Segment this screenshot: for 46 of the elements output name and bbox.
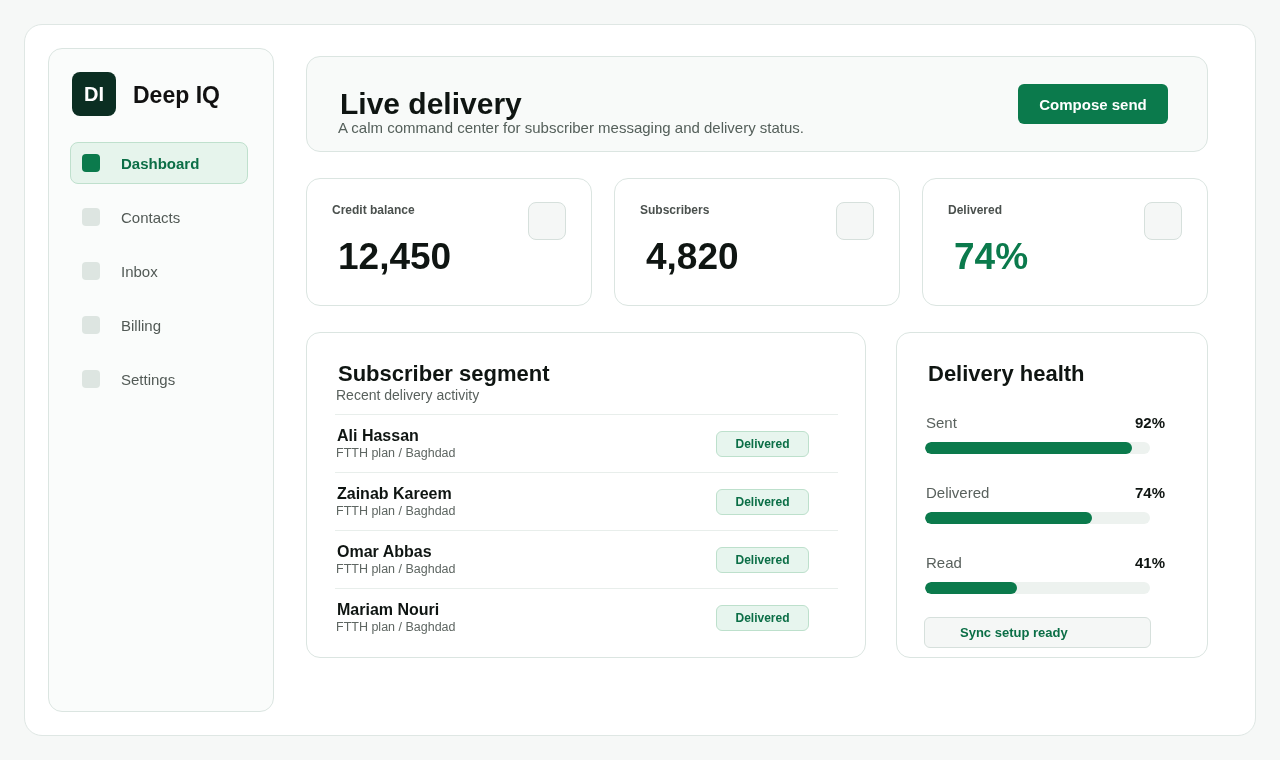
brand-name: Deep IQ (133, 81, 220, 109)
empty-tile-icon (1144, 202, 1182, 240)
compose-send-button[interactable]: Compose send (1018, 84, 1168, 124)
empty-tile-icon (836, 202, 874, 240)
stat-label: Delivered (948, 203, 1003, 217)
subscriber-detail: FTTH plan / Baghdad (336, 562, 456, 577)
card-subtitle: Recent delivery activity (336, 387, 480, 403)
nav-item[interactable]: Inbox (70, 250, 248, 292)
stat-value: 12,450 (338, 238, 452, 275)
subscriber-detail: FTTH plan / Baghdad (336, 504, 456, 519)
metric-value: 92% (1134, 414, 1165, 432)
stat-value: 74% (954, 238, 1029, 275)
stat-label: Credit balance (332, 203, 415, 217)
square-icon (82, 262, 100, 280)
stat-value: 4,820 (646, 238, 739, 275)
card-title: Subscriber segment (338, 361, 550, 387)
card-title: Delivery health (928, 361, 1086, 387)
nav-item[interactable]: Dashboard (70, 142, 248, 184)
square-icon (82, 154, 100, 172)
sync-button[interactable]: Sync setup ready (924, 617, 1151, 648)
nav-item[interactable]: Contacts (70, 196, 248, 238)
page-title: Live delivery (340, 89, 523, 119)
brand-logo: DI (72, 72, 116, 116)
subscriber-name: Mariam Nouri (337, 600, 440, 620)
subscriber-name: Ali Hassan (337, 426, 419, 446)
status-badge: Delivered (716, 604, 809, 631)
empty-tile-icon (528, 202, 566, 240)
status-badge: Delivered (716, 546, 809, 573)
status-badge: Delivered (716, 488, 809, 515)
subscriber-detail: FTTH plan / Baghdad (336, 446, 456, 461)
page-subtitle: A calm command center for subscriber messaging and delivery status. (338, 119, 805, 136)
metric-label: Delivered (926, 484, 990, 502)
metric-value: 41% (1134, 554, 1165, 572)
subscriber-detail: FTTH plan / Baghdad (336, 620, 456, 635)
subscriber-name: Zainab Kareem (337, 484, 452, 504)
square-icon (82, 370, 100, 388)
square-icon (82, 316, 100, 334)
metric-label: Sent (926, 414, 957, 432)
metric-label: Read (926, 554, 962, 572)
nav-item[interactable]: Settings (70, 358, 248, 400)
status-badge: Delivered (716, 430, 809, 457)
nav-item[interactable]: Billing (70, 304, 248, 346)
stat-label: Subscribers (640, 203, 710, 217)
square-icon (82, 208, 100, 226)
subscriber-name: Omar Abbas (337, 542, 432, 562)
metric-value: 74% (1134, 484, 1165, 502)
